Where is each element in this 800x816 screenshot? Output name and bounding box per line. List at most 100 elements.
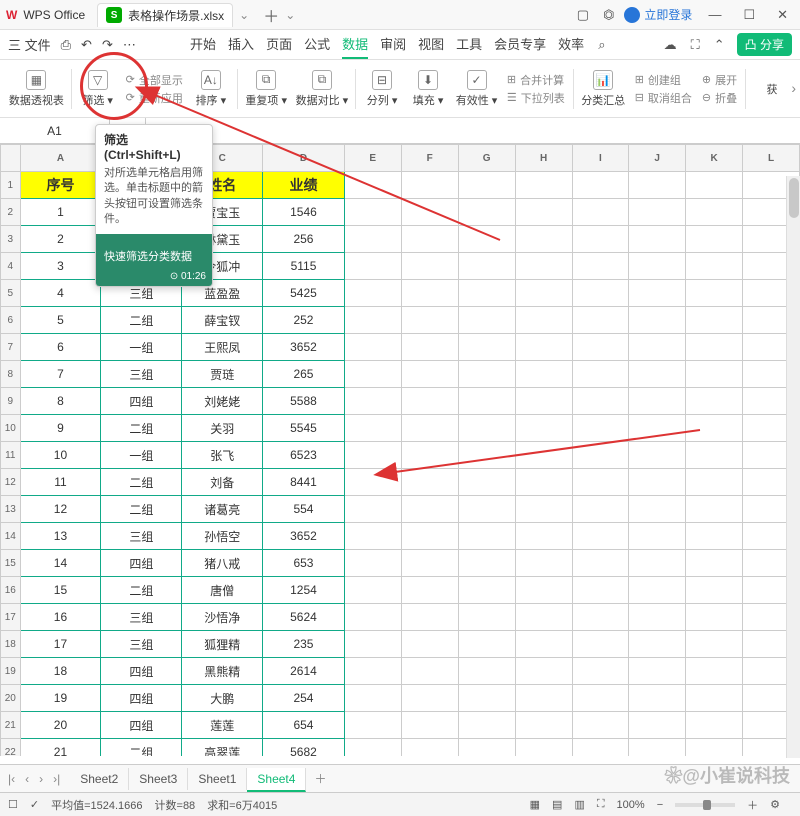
empty-cell[interactable] [572, 496, 629, 523]
data-cell[interactable]: 653 [263, 550, 345, 577]
zoom-out-button[interactable]: − [657, 799, 663, 811]
col-header-K[interactable]: K [686, 145, 743, 172]
empty-cell[interactable] [344, 712, 401, 739]
close-button[interactable]: ✕ [771, 5, 794, 25]
empty-cell[interactable] [572, 550, 629, 577]
status-check-icon[interactable]: ✓ [30, 798, 39, 811]
file-menu[interactable]: 三 文件 [8, 35, 51, 54]
empty-cell[interactable] [515, 442, 572, 469]
empty-cell[interactable] [344, 253, 401, 280]
empty-cell[interactable] [572, 361, 629, 388]
empty-cell[interactable] [515, 253, 572, 280]
ribbon-tab-工具[interactable]: 工具 [456, 30, 482, 59]
row-header[interactable]: 3 [1, 226, 21, 253]
data-cell[interactable]: 薛宝钗 [182, 307, 263, 334]
empty-cell[interactable] [686, 172, 743, 199]
empty-cell[interactable] [401, 550, 458, 577]
duplicates-button[interactable]: ⧉重复项 ▾ [242, 68, 291, 110]
empty-cell[interactable] [572, 658, 629, 685]
empty-cell[interactable] [401, 712, 458, 739]
empty-cell[interactable] [515, 739, 572, 757]
empty-cell[interactable] [629, 307, 686, 334]
login-button[interactable]: 立即登录 [624, 6, 692, 23]
empty-cell[interactable] [401, 172, 458, 199]
empty-cell[interactable] [629, 415, 686, 442]
data-cell[interactable]: 二组 [101, 469, 182, 496]
collapse-button[interactable]: ⊖ 折叠 [702, 90, 737, 106]
ribbon-tab-视图[interactable]: 视图 [418, 30, 444, 59]
empty-cell[interactable] [344, 226, 401, 253]
empty-cell[interactable] [458, 604, 515, 631]
row-header[interactable]: 5 [1, 280, 21, 307]
empty-cell[interactable] [515, 334, 572, 361]
ribbon-tab-数据[interactable]: 数据 [342, 30, 368, 59]
tooltip-video[interactable]: 快速筛选分类数据 ⊙ 01:26 [96, 234, 212, 286]
empty-cell[interactable] [458, 280, 515, 307]
ribbon-more-icon[interactable]: › [791, 80, 796, 96]
row-header[interactable]: 7 [1, 334, 21, 361]
row-header[interactable]: 9 [1, 388, 21, 415]
data-cell[interactable]: 5425 [263, 280, 345, 307]
empty-cell[interactable] [686, 631, 743, 658]
file-tab[interactable]: S 表格操作场景.xlsx [97, 3, 233, 27]
data-cell[interactable]: 9 [20, 415, 101, 442]
empty-cell[interactable] [686, 253, 743, 280]
empty-cell[interactable] [629, 604, 686, 631]
empty-cell[interactable] [515, 469, 572, 496]
row-header[interactable]: 21 [1, 712, 21, 739]
status-mode-icon[interactable]: ☐ [8, 798, 18, 811]
settings-icon[interactable]: ⚙ [770, 798, 780, 811]
data-cell[interactable]: 11 [20, 469, 101, 496]
empty-cell[interactable] [515, 550, 572, 577]
row-header[interactable]: 4 [1, 253, 21, 280]
search-icon[interactable]: ⌕ [598, 37, 605, 53]
addtab-dropdown-icon[interactable]: ⌄ [285, 8, 295, 22]
row-header[interactable]: 10 [1, 415, 21, 442]
empty-cell[interactable] [686, 334, 743, 361]
empty-cell[interactable] [629, 388, 686, 415]
data-cell[interactable]: 20 [20, 712, 101, 739]
data-cell[interactable]: 654 [263, 712, 345, 739]
empty-cell[interactable] [458, 712, 515, 739]
empty-cell[interactable] [686, 199, 743, 226]
empty-cell[interactable] [686, 361, 743, 388]
empty-cell[interactable] [629, 658, 686, 685]
data-cell[interactable]: 三组 [101, 361, 182, 388]
empty-cell[interactable] [572, 604, 629, 631]
empty-cell[interactable] [686, 496, 743, 523]
data-cell[interactable]: 莲莲 [182, 712, 263, 739]
empty-cell[interactable] [572, 712, 629, 739]
empty-cell[interactable] [686, 226, 743, 253]
empty-cell[interactable] [458, 442, 515, 469]
ribbon-tab-插入[interactable]: 插入 [228, 30, 254, 59]
empty-cell[interactable] [572, 739, 629, 757]
zoom-level[interactable]: 100% [617, 799, 645, 811]
empty-cell[interactable] [401, 388, 458, 415]
data-cell[interactable]: 13 [20, 523, 101, 550]
zoom-in-button[interactable]: ＋ [747, 797, 758, 813]
data-cell[interactable]: 四组 [101, 658, 182, 685]
empty-cell[interactable] [515, 199, 572, 226]
data-cell[interactable]: 252 [263, 307, 345, 334]
empty-cell[interactable] [401, 523, 458, 550]
data-cell[interactable]: 19 [20, 685, 101, 712]
col-header-L[interactable]: L [743, 145, 800, 172]
empty-cell[interactable] [515, 496, 572, 523]
row-header[interactable]: 22 [1, 739, 21, 757]
empty-cell[interactable] [629, 469, 686, 496]
data-cell[interactable]: 8 [20, 388, 101, 415]
empty-cell[interactable] [629, 253, 686, 280]
share-button[interactable]: 凸 分享 [737, 33, 792, 56]
empty-cell[interactable] [401, 334, 458, 361]
row-header[interactable]: 18 [1, 631, 21, 658]
row-header[interactable]: 15 [1, 550, 21, 577]
empty-cell[interactable] [515, 685, 572, 712]
row-header[interactable]: 14 [1, 523, 21, 550]
empty-cell[interactable] [515, 361, 572, 388]
empty-cell[interactable] [629, 361, 686, 388]
empty-cell[interactable] [458, 631, 515, 658]
empty-cell[interactable] [572, 442, 629, 469]
subtotal-button[interactable]: 📊分类汇总 [578, 68, 629, 110]
empty-cell[interactable] [515, 415, 572, 442]
data-cell[interactable]: 1 [20, 199, 101, 226]
